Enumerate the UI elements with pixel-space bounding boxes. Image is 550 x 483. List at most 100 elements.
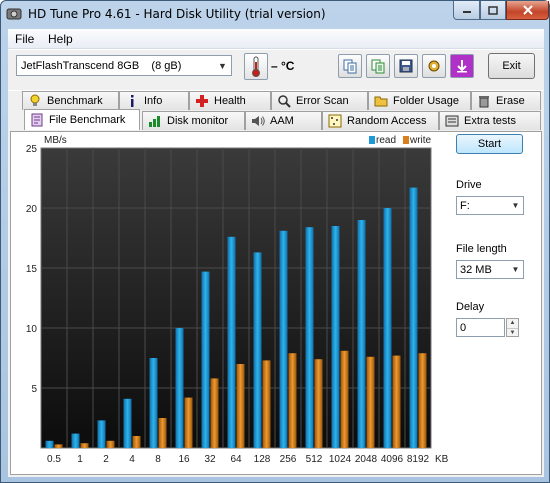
drive-dropdown-value: F: [460, 199, 470, 212]
tab-info[interactable]: Info [119, 91, 189, 110]
write-bar [366, 356, 375, 448]
tab-error-scan[interactable]: Error Scan [271, 91, 368, 110]
save-button[interactable] [394, 54, 418, 78]
y-tick-label: 15 [26, 264, 38, 275]
file-benchmark-panel: 5 10 15 20 25 MB/s read write 0.5 1 2 4 8 16 32 64 128 25… [10, 131, 542, 475]
spin-down-icon[interactable]: ▼ [507, 328, 518, 337]
x-tick-label: 512 [306, 454, 323, 465]
title-bar[interactable]: HD Tune Pro 4.61 - Hard Disk Utility (tr… [1, 1, 549, 28]
write-bar [340, 350, 349, 448]
options-button[interactable] [422, 54, 446, 78]
chevron-down-icon: ▼ [218, 60, 227, 71]
read-bar [357, 220, 366, 448]
tab-random-access[interactable]: Random Access [322, 111, 439, 130]
hdtune-app-icon [6, 8, 22, 20]
tab-aam[interactable]: AAM [245, 111, 322, 130]
drive-label: Drive [456, 179, 482, 191]
write-bar [418, 353, 427, 448]
write-bar [236, 364, 245, 448]
write-bar [210, 378, 219, 448]
spin-up-icon[interactable]: ▲ [507, 319, 518, 328]
legend-label: write [409, 135, 432, 146]
health-cross-icon [194, 93, 210, 109]
read-bar [409, 187, 418, 448]
x-tick-label: 8192 [407, 454, 430, 465]
x-tick-label: 4096 [381, 454, 404, 465]
write-bar [80, 443, 89, 448]
y-tick-label: 5 [31, 384, 37, 395]
read-bar [383, 208, 392, 448]
maximize-icon [488, 5, 498, 15]
tab-folder-usage[interactable]: Folder Usage [368, 91, 471, 110]
folder-icon [373, 93, 389, 109]
tab-label: Error Scan [296, 95, 349, 107]
x-tick-label: 2 [103, 454, 109, 465]
drive-dropdown[interactable]: F: ▼ [456, 196, 524, 215]
x-tick-label: 4 [129, 454, 135, 465]
delay-input[interactable]: 0 [456, 318, 505, 337]
tab-file-benchmark[interactable]: File Benchmark [24, 109, 140, 130]
copy-info-button[interactable] [338, 54, 362, 78]
menu-help[interactable]: Help [48, 32, 73, 46]
error-scan-icon [276, 93, 292, 109]
screenshot-button[interactable] [450, 54, 474, 78]
read-bar [201, 271, 210, 448]
drive-selector-value: JetFlashTranscend 8GB (8 gB) [21, 59, 182, 72]
tab-health[interactable]: Health [189, 91, 271, 110]
x-tick-label: 32 [204, 454, 216, 465]
menu-bar: File Help [8, 29, 544, 49]
write-bar [392, 355, 401, 448]
read-bar [97, 420, 106, 448]
delay-label: Delay [456, 301, 485, 313]
copy-info-icon [343, 59, 357, 74]
start-button[interactable]: Start [456, 134, 523, 154]
minimize-icon [462, 11, 471, 13]
read-bar [279, 230, 288, 448]
tab-benchmark[interactable]: Benchmark [22, 91, 119, 110]
read-bar [45, 440, 54, 448]
tab-erase[interactable]: Erase [471, 91, 541, 110]
trash-icon [476, 93, 492, 109]
minimize-button[interactable] [453, 1, 480, 20]
app-window: HD Tune Pro 4.61 - Hard Disk Utility (tr… [0, 0, 550, 483]
write-bar [54, 444, 63, 448]
tab-extra-tests[interactable]: Extra tests [439, 111, 541, 130]
options-icon [428, 60, 440, 72]
delay-input-value: 0 [460, 321, 467, 334]
drive-selector[interactable]: JetFlashTranscend 8GB (8 gB) ▼ [16, 55, 232, 76]
exit-button[interactable]: Exit [488, 53, 535, 79]
client-area: File Help JetFlashTranscend 8GB (8 gB) ▼… [8, 29, 544, 477]
tab-disk-monitor[interactable]: Disk monitor [142, 111, 245, 130]
close-button[interactable] [506, 1, 549, 20]
delay-spinner[interactable]: ▲ ▼ [506, 318, 519, 337]
tab-label: AAM [270, 115, 294, 127]
legend-label: read [376, 135, 396, 146]
file-length-label: File length [456, 243, 507, 255]
info-icon [124, 93, 140, 109]
write-bar [158, 418, 167, 448]
x-tick-label: 1 [77, 454, 83, 465]
tab-label: Extra tests [464, 115, 516, 127]
chevron-down-icon: ▼ [511, 265, 520, 274]
file-length-dropdown[interactable]: 32 MB ▼ [456, 260, 524, 279]
write-bar [132, 436, 141, 448]
write-bar [314, 359, 323, 448]
screenshot-icon [457, 60, 467, 73]
y-tick-label: 20 [26, 204, 38, 215]
read-bar [227, 236, 236, 448]
maximize-button[interactable] [480, 1, 506, 20]
tab-label: Disk monitor [167, 115, 229, 127]
temperature-button[interactable] [244, 53, 268, 80]
read-bar [253, 252, 262, 448]
file-benchmark-icon [29, 112, 45, 128]
copy-text-button[interactable] [366, 54, 390, 78]
read-bar [305, 227, 314, 448]
read-bar [331, 226, 340, 448]
toolbar: JetFlashTranscend 8GB (8 gB) ▼ – °C Exit [8, 50, 544, 90]
y-axis-label: MB/s [44, 135, 67, 146]
menu-file[interactable]: File [15, 32, 34, 46]
benchmark-bulb-icon [27, 93, 43, 109]
temperature-readout: – °C [271, 59, 295, 73]
file-benchmark-chart: 5 10 15 20 25 MB/s read write 0.5 1 2 4 8 16 32 64 128 25… [26, 135, 449, 465]
tab-label: Benchmark [47, 95, 103, 107]
